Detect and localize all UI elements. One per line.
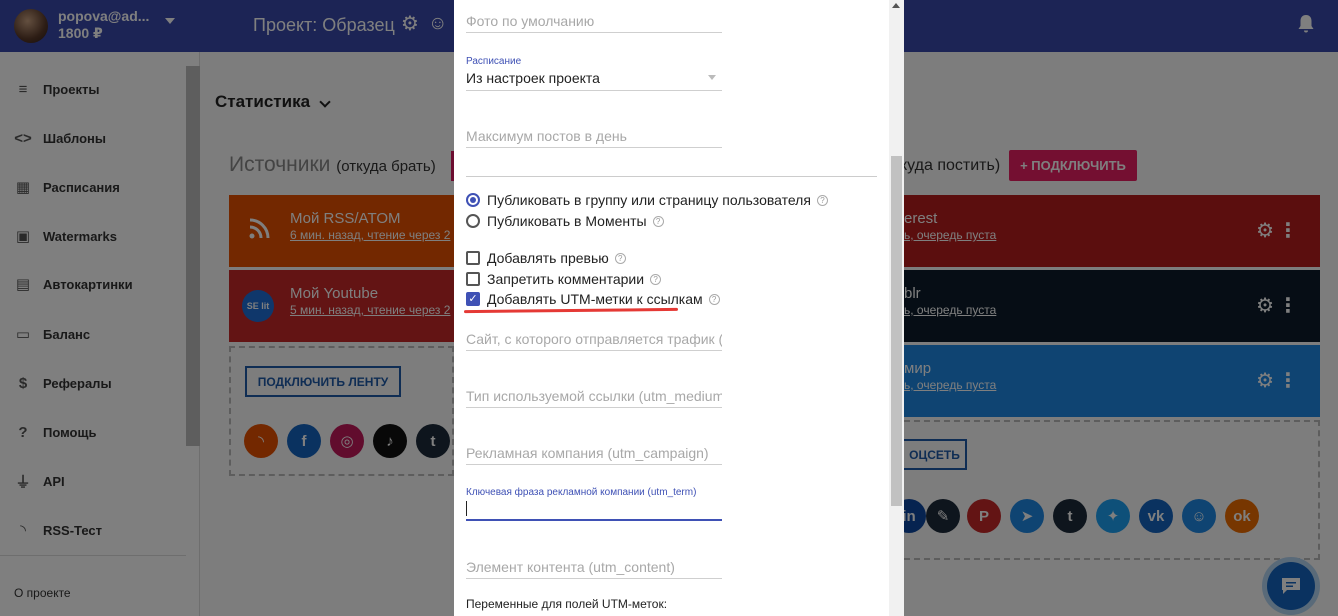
schedule-label: Расписание: [466, 56, 522, 67]
max-posts-placeholder: Максимум постов в день: [466, 128, 627, 144]
modal-scrollbar[interactable]: [889, 0, 904, 616]
utm-campaign-field[interactable]: Рекламная компания (utm_campaign): [466, 445, 722, 465]
utm-medium-field[interactable]: Тип используемой ссылки (utm_medium): [466, 388, 722, 408]
utm-source-placeholder: Сайт, с которого отправляется трафик (ut…: [466, 331, 722, 347]
help-icon[interactable]: ?: [708, 293, 720, 305]
publish-option-group[interactable]: Публиковать в группу или страницу пользо…: [466, 192, 828, 208]
utm-source-field[interactable]: Сайт, с которого отправляется трафик (ut…: [466, 331, 722, 351]
settings-modal: Фото по умолчанию Расписание Из настроек…: [454, 0, 904, 616]
utm-campaign-placeholder: Рекламная компания (utm_campaign): [466, 445, 709, 461]
text-cursor: [466, 501, 467, 516]
utm-content-placeholder: Элемент контента (utm_content): [466, 559, 675, 575]
checkbox-checked[interactable]: ✓: [466, 292, 480, 306]
checkbox-unchecked[interactable]: [466, 251, 480, 265]
checkbox-disable-comments[interactable]: Запретить комментарии ?: [466, 271, 662, 287]
chevron-down-icon: [708, 75, 716, 80]
utm-term-label: Ключевая фраза рекламной компании (utm_t…: [466, 487, 697, 498]
checkbox-unchecked[interactable]: [466, 272, 480, 286]
help-icon[interactable]: ?: [652, 215, 664, 227]
help-icon[interactable]: ?: [650, 273, 662, 285]
modal-divider: [466, 176, 877, 177]
checkbox-label: Добавлять UTM-метки к ссылкам: [487, 291, 703, 307]
scrollbar-thumb[interactable]: [891, 156, 902, 506]
checkbox-label: Добавлять превью: [487, 250, 609, 266]
radio-selected[interactable]: [466, 193, 480, 207]
checkbox-add-utm[interactable]: ✓ Добавлять UTM-метки к ссылкам ?: [466, 291, 720, 307]
utm-medium-placeholder: Тип используемой ссылки (utm_medium): [466, 388, 722, 404]
utm-term-field[interactable]: [466, 500, 722, 521]
scroll-up-arrow-icon[interactable]: [892, 3, 900, 8]
utm-vars-label: Переменные для полей UTM-меток:: [466, 597, 668, 611]
publish-option-label: Публиковать в Моменты: [487, 213, 647, 229]
schedule-value: Из настроек проекта: [466, 70, 600, 86]
help-icon[interactable]: ?: [614, 252, 626, 264]
checkbox-label: Запретить комментарии: [487, 271, 645, 287]
schedule-select[interactable]: Из настроек проекта: [466, 70, 722, 91]
default-photo-field[interactable]: Фото по умолчанию: [466, 13, 722, 33]
help-icon[interactable]: ?: [816, 194, 828, 206]
red-underline-annotation: [463, 307, 679, 314]
checkbox-add-preview[interactable]: Добавлять превью ?: [466, 250, 626, 266]
default-photo-placeholder: Фото по умолчанию: [466, 13, 595, 29]
radio-unselected[interactable]: [466, 214, 480, 228]
publish-option-label: Публиковать в группу или страницу пользо…: [487, 192, 811, 208]
max-posts-field[interactable]: Максимум постов в день: [466, 128, 722, 148]
utm-content-field[interactable]: Элемент контента (utm_content): [466, 559, 722, 579]
publish-option-moments[interactable]: Публиковать в Моменты ?: [466, 213, 664, 229]
